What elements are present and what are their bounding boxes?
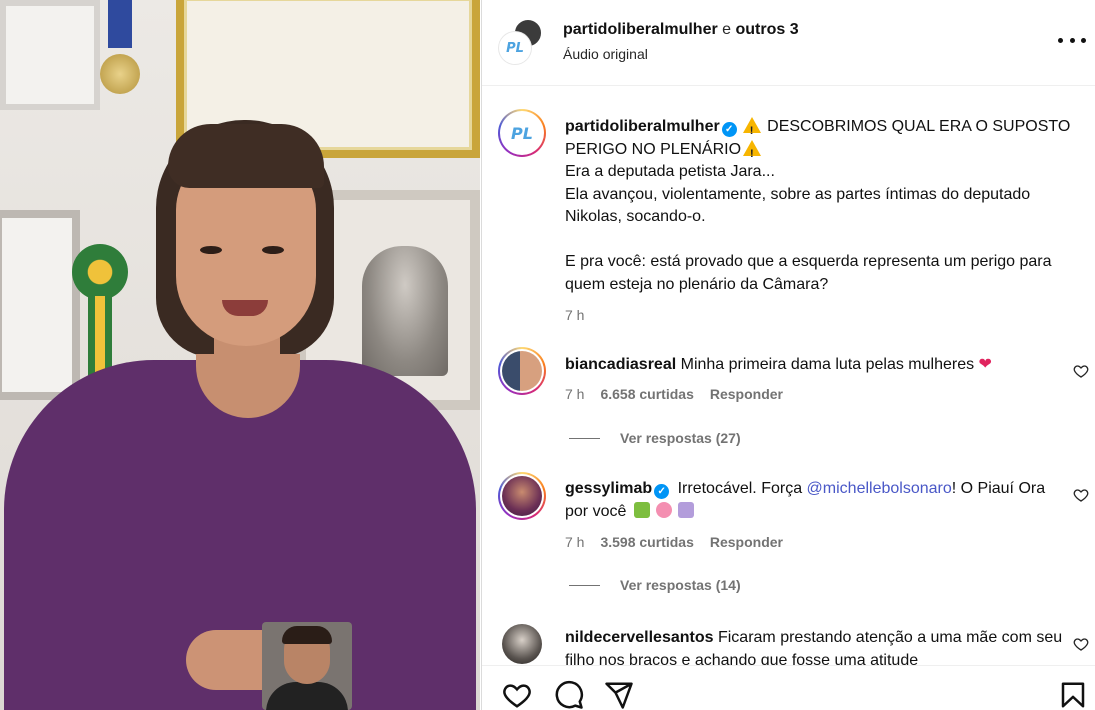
comment-text: Minha primeira dama luta pelas mulheres xyxy=(680,356,979,373)
overlay-thumbnail xyxy=(262,622,352,710)
comment-likes[interactable]: 3.598 curtidas xyxy=(600,534,693,550)
caption-line-4: E pra você: está provado que a esquerda … xyxy=(565,253,1052,293)
caption-line-2: Era a deputada petista Jara... xyxy=(565,163,775,180)
audio-link[interactable]: Áudio original xyxy=(563,46,648,62)
post-caption: partidoliberalmulher✓ DESCOBRIMOS QUAL E… xyxy=(565,116,1089,327)
reel-video[interactable] xyxy=(0,0,480,710)
comment-text: Irretocável. Força xyxy=(677,480,807,497)
heart-icon[interactable] xyxy=(502,680,532,710)
share-icon[interactable] xyxy=(604,680,634,710)
framed-photo xyxy=(362,246,448,376)
caption-timestamp: 7 h xyxy=(565,307,585,323)
view-replies-button[interactable]: Ver respostas (27) xyxy=(569,430,741,446)
comment-like-icon[interactable] xyxy=(1073,636,1089,652)
verified-badge-icon: ✓ xyxy=(654,484,670,499)
wall-frame xyxy=(0,210,80,400)
divider xyxy=(569,437,600,439)
comment-timestamp: 7 h xyxy=(565,386,585,402)
verified-badge-icon: ✓ xyxy=(721,122,737,137)
view-replies-button[interactable]: Ver respostas (14) xyxy=(569,577,741,593)
mention-link[interactable]: @michellebolsonaro xyxy=(807,480,952,497)
wall-frame xyxy=(0,0,100,110)
medal xyxy=(100,54,140,94)
others-link[interactable]: outros 3 xyxy=(736,21,799,38)
comment-icon[interactable] xyxy=(554,680,584,710)
caption-line-3: Ela avançou, violentamente, sobre as par… xyxy=(565,185,1031,226)
sparkling-heart-icon xyxy=(655,502,672,518)
action-bar xyxy=(482,665,1095,710)
view-replies-label: Ver respostas (14) xyxy=(620,577,741,593)
collab-avatars[interactable]: PL xyxy=(499,18,545,64)
caption-username[interactable]: partidoliberalmulher xyxy=(565,118,720,135)
beginner-badge-icon xyxy=(633,502,650,518)
bookmark-icon[interactable] xyxy=(1058,680,1088,710)
post-header: PL partidoliberalmulher e outros 3 Áudio… xyxy=(482,0,1095,86)
speaker-eye xyxy=(262,246,284,254)
women-holding-hands-icon xyxy=(677,502,694,518)
comment: nildecervellesantos Ficaram prestando at… xyxy=(565,626,1065,665)
divider xyxy=(569,584,600,586)
warning-icon xyxy=(742,117,761,143)
comment-likes[interactable]: 6.658 curtidas xyxy=(600,386,693,402)
heart-emoji: ❤ xyxy=(978,356,992,373)
pl-logo-icon: PL xyxy=(506,40,524,56)
authors-connector: e xyxy=(717,21,736,38)
reply-button[interactable]: Responder xyxy=(710,386,783,402)
comment-meta: 7 h 6.658 curtidas Responder xyxy=(565,386,783,402)
avatar[interactable] xyxy=(498,620,546,665)
reply-button[interactable]: Responder xyxy=(710,534,783,550)
pl-logo-icon: PL xyxy=(511,123,533,143)
comment-meta: 7 h 3.598 curtidas Responder xyxy=(565,534,783,550)
view-replies-label: Ver respostas (27) xyxy=(620,430,741,446)
post-panel: PL partidoliberalmulher e outros 3 Áudio… xyxy=(481,0,1095,710)
post-authors: partidoliberalmulher e outros 3 xyxy=(563,21,799,39)
rosette xyxy=(72,244,128,300)
comment-username[interactable]: nildecervellesantos xyxy=(565,629,714,646)
avatar[interactable]: PL xyxy=(498,109,546,157)
author-link[interactable]: partidoliberalmulher xyxy=(563,21,718,38)
comment: gessylimab ✓ Irretocável. Força @michelle… xyxy=(565,477,1065,523)
comment: biancadiasreal Minha primeira dama luta … xyxy=(565,353,1065,376)
speaker-eye xyxy=(200,246,222,254)
avatar: PL xyxy=(499,32,531,64)
speaker-fringe xyxy=(168,124,324,188)
comment-like-icon[interactable] xyxy=(1073,363,1089,379)
comments-scroll[interactable]: PL partidoliberalmulher✓ DESCOBRIMOS QUA… xyxy=(482,87,1095,665)
medal-ribbon xyxy=(108,0,132,48)
avatar[interactable] xyxy=(498,347,546,395)
avatar[interactable] xyxy=(498,472,546,520)
more-options-icon[interactable] xyxy=(1058,30,1086,50)
warning-icon xyxy=(743,139,762,165)
comment-timestamp: 7 h xyxy=(565,534,585,550)
comment-like-icon[interactable] xyxy=(1073,487,1089,503)
comment-username[interactable]: gessylimab xyxy=(565,480,652,497)
comment-username[interactable]: biancadiasreal xyxy=(565,356,676,373)
